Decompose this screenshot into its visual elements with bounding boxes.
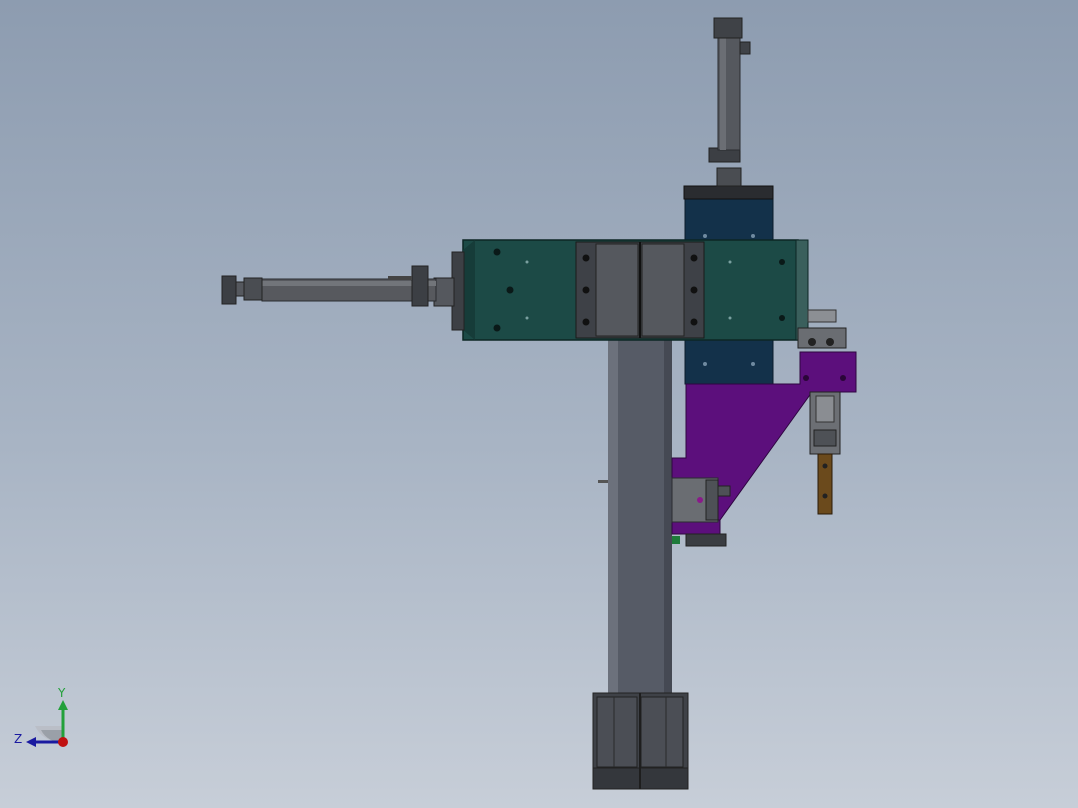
cad-viewport[interactable]: Y Z [0,0,1078,808]
y-axis-label: Y [58,686,66,700]
z-axis-label: Z [14,732,23,746]
coordinate-triad: Y Z [10,684,80,754]
base-block[interactable] [592,692,689,790]
column-clamp-plate[interactable] [575,241,705,339]
assembly-model[interactable] [0,0,1078,808]
vertical-cylinder[interactable] [683,17,774,200]
gripper-unit[interactable] [809,391,841,515]
horizontal-cylinder[interactable] [221,251,465,331]
vertical-column[interactable] [598,336,672,698]
